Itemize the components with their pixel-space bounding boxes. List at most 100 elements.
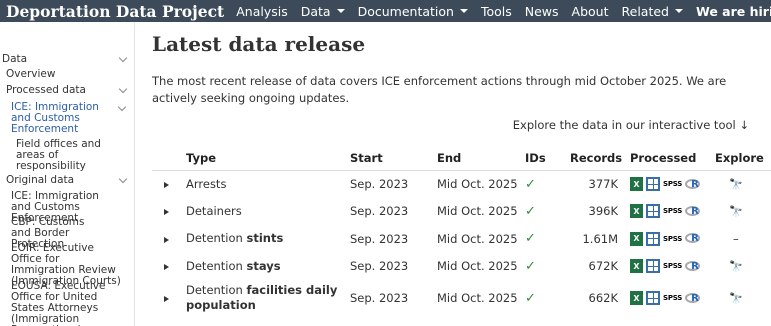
sidebar: Data Overview Processed data ICE: Immigr… xyxy=(0,22,135,326)
checkmark-icon: ✓ xyxy=(525,176,536,192)
checkmark-icon: ✓ xyxy=(525,231,536,247)
end-cell: Mid Oct. 2025 xyxy=(437,291,518,305)
top-navbar: Deportation Data Project Analysis Data D… xyxy=(0,0,771,22)
sidebar-item-eousa[interactable]: EOUSA: Executive Office for United State… xyxy=(0,281,126,326)
binoculars-icon[interactable]: 🔭 xyxy=(729,292,743,305)
sidebar-item-processed-ice[interactable]: ICE: Immigration and Customs Enforcement xyxy=(0,102,112,135)
caret-down-icon xyxy=(459,9,468,13)
sidebar-item-field-offices[interactable]: Field offices and areas of responsibilit… xyxy=(0,139,128,172)
stata-grid-icon[interactable] xyxy=(646,259,660,274)
data-release-table: Type Start End IDs Records Processed Exp… xyxy=(152,146,771,316)
nav-related[interactable]: Related xyxy=(622,4,683,19)
brand-logo-text[interactable]: Deportation Data Project xyxy=(0,2,224,21)
start-cell: Sep. 2023 xyxy=(350,291,409,305)
processed-cell: X SPSS R xyxy=(618,170,715,198)
spss-icon[interactable]: SPSS xyxy=(663,207,682,215)
stata-grid-icon[interactable] xyxy=(646,177,660,191)
sidebar-item-label: ICE: Immigration and Customs Enforcement xyxy=(11,101,99,135)
end-cell: Mid Oct. 2025 xyxy=(437,259,518,274)
table-header-row: Type Start End IDs Records Processed Exp… xyxy=(152,146,771,171)
sidebar-item-data[interactable]: Data xyxy=(0,54,135,65)
records-cell: 662K xyxy=(588,291,619,305)
r-icon[interactable]: R xyxy=(685,292,701,305)
header-processed: Processed xyxy=(618,146,715,171)
spss-icon[interactable]: SPSS xyxy=(663,235,682,243)
sidebar-item-overview[interactable]: Overview xyxy=(0,69,135,80)
excel-icon[interactable]: X xyxy=(630,231,643,246)
explore-cell: 🔭 xyxy=(715,253,771,281)
triangle-right-icon xyxy=(164,296,169,302)
sidebar-item-label: Overview xyxy=(6,68,56,80)
expand-cell[interactable] xyxy=(152,198,186,226)
sidebar-item-label: EOUSA: Executive Office for United State… xyxy=(11,280,106,326)
table-row: Detention stays Sep. 2023 Mid Oct. 2025 … xyxy=(152,253,771,281)
spss-icon[interactable]: SPSS xyxy=(663,180,682,188)
r-icon[interactable]: R xyxy=(685,178,701,191)
type-text: Detainers xyxy=(186,203,242,218)
end-cell: Mid Oct. 2025 xyxy=(437,231,518,246)
ids-cell: ✓ xyxy=(525,170,570,198)
excel-icon[interactable]: X xyxy=(630,204,643,219)
end-cell: Mid Oct. 2025 xyxy=(437,204,518,219)
sidebar-item-original-data[interactable]: Original data xyxy=(0,175,135,186)
expand-cell[interactable] xyxy=(152,280,186,316)
expand-header xyxy=(152,146,186,171)
nav-documentation[interactable]: Documentation xyxy=(358,4,468,19)
explore-tool-link[interactable]: Explore the data in our interactive tool… xyxy=(513,118,749,132)
start-cell: Sep. 2023 xyxy=(350,204,409,219)
expand-cell[interactable] xyxy=(152,225,186,253)
table-row: Arrests Sep. 2023 Mid Oct. 2025 ✓ 377K X… xyxy=(152,170,771,198)
processed-cell: X SPSS R xyxy=(618,253,715,281)
table-row: Detention facilities daily population Se… xyxy=(152,280,771,316)
expand-cell[interactable] xyxy=(152,170,186,198)
type-text: Arrests xyxy=(186,176,227,191)
processed-cell: X SPSS R xyxy=(618,198,715,226)
processed-cell: X SPSS R xyxy=(618,280,715,316)
table-row: Detainers Sep. 2023 Mid Oct. 2025 ✓ 396K… xyxy=(152,198,771,226)
binoculars-icon[interactable]: 🔭 xyxy=(729,178,743,191)
ids-cell: ✓ xyxy=(525,198,570,226)
binoculars-icon[interactable]: 🔭 xyxy=(729,260,743,273)
ids-cell: ✓ xyxy=(525,253,570,281)
nav-analysis[interactable]: Analysis xyxy=(236,4,288,19)
stata-grid-icon[interactable] xyxy=(646,204,660,219)
ids-cell: ✓ xyxy=(525,225,570,253)
start-cell: Sep. 2023 xyxy=(350,259,409,274)
nav-related-label: Related xyxy=(621,3,669,19)
nav-about[interactable]: About xyxy=(572,4,609,19)
main-content: Latest data release The most recent rele… xyxy=(152,22,771,326)
spss-icon[interactable]: SPSS xyxy=(663,294,682,302)
sidebar-item-processed-data[interactable]: Processed data xyxy=(0,85,135,96)
excel-icon[interactable]: X xyxy=(630,291,643,305)
header-records: Records xyxy=(570,146,622,171)
r-icon[interactable]: R xyxy=(685,232,701,245)
nav-tools[interactable]: Tools xyxy=(481,4,512,19)
records-cell: 377K xyxy=(588,177,619,191)
expand-cell[interactable] xyxy=(152,253,186,281)
r-icon[interactable]: R xyxy=(685,260,701,273)
ids-cell: ✓ xyxy=(525,280,570,316)
stata-grid-icon[interactable] xyxy=(646,231,660,246)
spss-icon[interactable]: SPSS xyxy=(663,262,682,270)
nav-data[interactable]: Data xyxy=(301,4,345,19)
type-bold-text: stays xyxy=(246,258,281,273)
nav-tools-label: Tools xyxy=(480,3,512,19)
checkmark-icon: ✓ xyxy=(525,290,536,306)
nav-documentation-label: Documentation xyxy=(357,3,454,19)
caret-down-icon xyxy=(336,9,345,13)
excel-icon[interactable]: X xyxy=(630,259,643,274)
chevron-down-icon xyxy=(117,102,127,112)
stata-grid-icon[interactable] xyxy=(646,291,660,305)
binoculars-icon[interactable]: 🔭 xyxy=(729,205,743,218)
explore-cell: 🔭 xyxy=(715,170,771,198)
nav-hiring[interactable]: We are hiring! xyxy=(696,4,771,19)
excel-icon[interactable]: X xyxy=(630,177,643,191)
r-icon[interactable]: R xyxy=(685,205,701,218)
checkmark-icon: ✓ xyxy=(525,203,536,219)
type-text: Detention xyxy=(186,283,247,297)
triangle-right-icon xyxy=(164,236,169,243)
type-bold-text: stints xyxy=(246,231,284,246)
table-row: Detention stints Sep. 2023 Mid Oct. 2025… xyxy=(152,225,771,253)
nav-news[interactable]: News xyxy=(525,4,559,19)
records-cell: 1.61M xyxy=(582,231,618,246)
